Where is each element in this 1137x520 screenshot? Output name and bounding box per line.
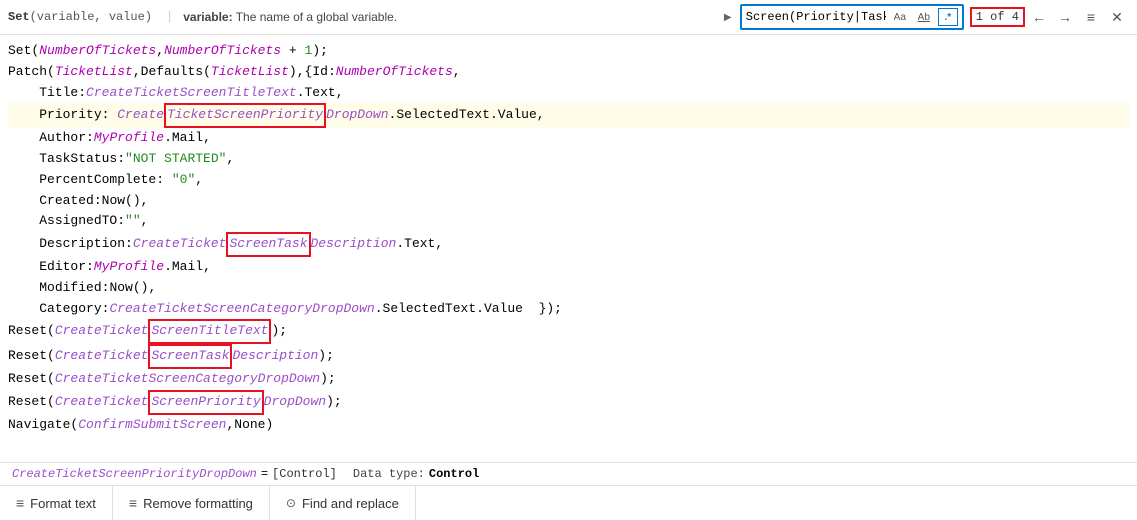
status-equals: = <box>261 467 268 481</box>
match-case-label: Aa <box>894 12 906 23</box>
code-line-16: Reset(CreateTicketScreenCategoryDropDown… <box>8 369 1129 390</box>
regex-label: .* <box>944 12 951 23</box>
search-input[interactable] <box>746 10 886 24</box>
code-line-13: Category:CreateTicketScreenCategoryDropD… <box>8 299 1129 320</box>
header-desc-bold: variable: <box>183 10 232 24</box>
code-editor[interactable]: Set(NumberOfTickets,NumberOfTickets + 1)… <box>0 35 1137 462</box>
header-divider: | <box>166 10 173 24</box>
search-bar: ▶ Aa Ab .* 1 of 4 ← → ≡ ✕ <box>718 4 1129 30</box>
bottom-toolbar: ≡ Format text ≡ Remove formatting ⊙ Find… <box>0 485 1137 520</box>
status-bar: CreateTicketScreenPriorityDropDown = [ C… <box>0 462 1137 485</box>
code-line-9: AssignedTO:"", <box>8 211 1129 232</box>
token-numberoftickets-1: NumberOfTickets <box>39 41 156 62</box>
remove-formatting-label: Remove formatting <box>143 496 253 511</box>
code-line-17: Reset(CreateTicketScreenPriorityDropDown… <box>8 390 1129 415</box>
code-line-2: Patch(TicketList,Defaults(TicketList),{I… <box>8 62 1129 83</box>
code-line-1: Set(NumberOfTickets,NumberOfTickets + 1)… <box>8 41 1129 62</box>
find-replace-icon: ⊙ <box>286 496 296 510</box>
set-params: (variable, value) <box>30 10 152 24</box>
code-line-15: Reset(CreateTicketScreenTaskDescription)… <box>8 344 1129 369</box>
remove-formatting-button[interactable]: ≡ Remove formatting <box>113 486 270 520</box>
code-line-8: Created:Now(), <box>8 191 1129 212</box>
remove-formatting-icon: ≡ <box>129 495 137 511</box>
code-line-10: Description:CreateTicketScreenTaskDescri… <box>8 232 1129 257</box>
match-case-button[interactable]: Aa <box>890 8 910 26</box>
set-keyword: Set <box>8 10 30 24</box>
status-control-label: Control <box>279 467 329 481</box>
find-replace-label: Find and replace <box>302 496 399 511</box>
format-text-icon: ≡ <box>16 495 24 511</box>
header-description: variable: The name of a global variable. <box>183 10 397 24</box>
status-datatype-label: Data type: <box>353 467 425 481</box>
close-search-button[interactable]: ✕ <box>1105 5 1129 29</box>
token-set-fn: Set <box>8 41 31 62</box>
search-count: 1 of 4 <box>970 7 1025 27</box>
find-replace-button[interactable]: ⊙ Find and replace <box>270 486 416 520</box>
code-line-18: Navigate(ConfirmSubmitScreen,None) <box>8 415 1129 436</box>
code-line-12: Modified:Now(), <box>8 278 1129 299</box>
set-signature: Set(variable, value) <box>8 10 152 24</box>
search-expand-button[interactable]: ▶ <box>718 7 738 27</box>
format-text-button[interactable]: ≡ Format text <box>0 486 113 520</box>
status-bracket-open: [ <box>272 467 279 481</box>
next-match-button[interactable]: → <box>1053 5 1077 29</box>
status-bracket-close: ] <box>330 467 337 481</box>
token-priority-dropdown: Create <box>117 105 164 126</box>
prev-match-button[interactable]: ← <box>1027 5 1051 29</box>
status-control-name: CreateTicketScreenPriorityDropDown <box>12 467 257 481</box>
code-line-6: TaskStatus:"NOT STARTED", <box>8 149 1129 170</box>
status-datatype-value: Control <box>429 467 479 481</box>
code-line-5: Author:MyProfile.Mail, <box>8 128 1129 149</box>
search-input-container: Aa Ab .* <box>740 4 964 30</box>
match-list-button[interactable]: ≡ <box>1079 5 1103 29</box>
code-line-11: Editor:MyProfile.Mail, <box>8 257 1129 278</box>
token-numberoftickets-2: NumberOfTickets <box>164 41 281 62</box>
code-line-4: Priority: CreateTicketScreenPriorityDrop… <box>8 103 1129 128</box>
code-line-14: Reset(CreateTicketScreenTitleText); <box>8 319 1129 344</box>
whole-word-button[interactable]: Ab <box>914 8 934 26</box>
format-text-label: Format text <box>30 496 96 511</box>
header-desc-text: The name of a global variable. <box>233 10 398 24</box>
code-line-3: Title:CreateTicketScreenTitleText.Text, <box>8 83 1129 104</box>
code-line-7: PercentComplete: "0", <box>8 170 1129 191</box>
regex-button[interactable]: .* <box>938 8 958 26</box>
whole-word-label: Ab <box>918 12 930 23</box>
header-bar: Set(variable, value) | variable: The nam… <box>0 0 1137 35</box>
